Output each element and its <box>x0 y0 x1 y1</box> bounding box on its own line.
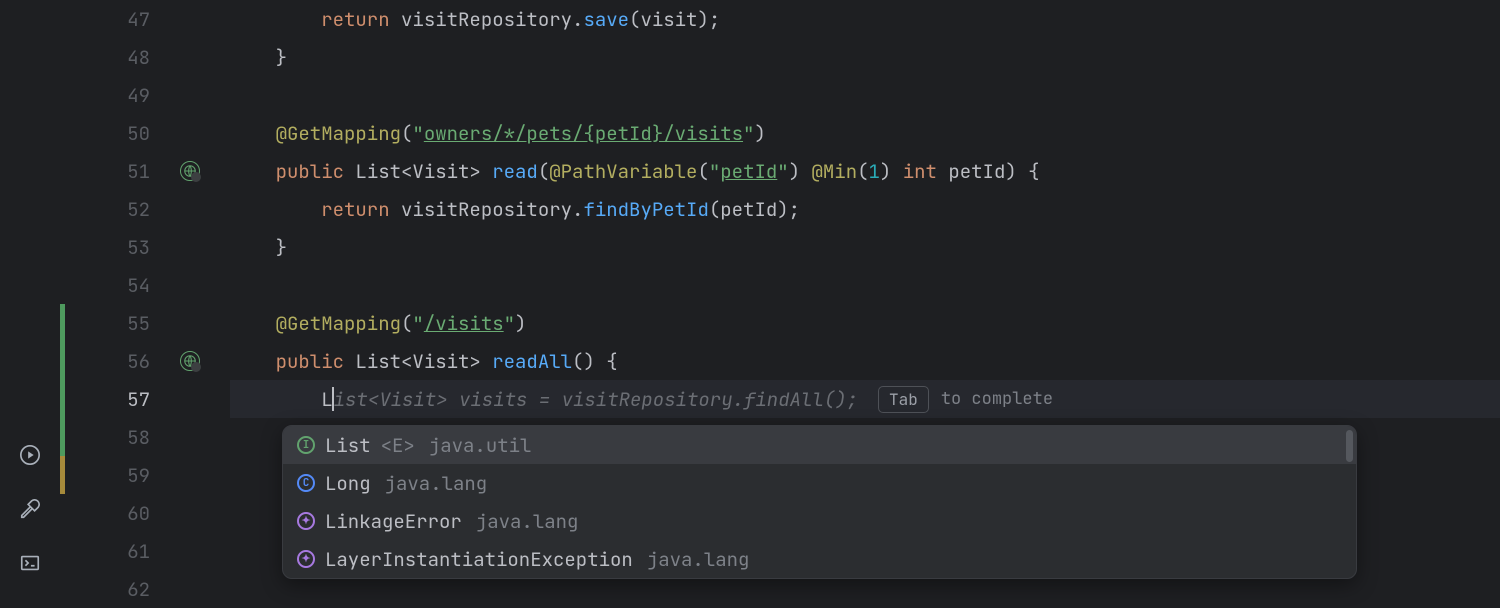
vcs-change-marker[interactable] <box>60 342 65 380</box>
autocomplete-popup[interactable]: IList<E>java.utilCLongjava.lang✦LinkageE… <box>282 425 1357 579</box>
autocomplete-item[interactable]: ✦LinkageErrorjava.lang <box>283 502 1356 540</box>
terminal-icon[interactable] <box>18 551 42 575</box>
code-line[interactable]: return visitRepository.save(visit); <box>230 0 1500 38</box>
type-icon: I <box>297 436 315 454</box>
vcs-change-marker[interactable] <box>60 304 65 342</box>
inline-completion-ghost: ist<Visit> visits = visitRepository.find… <box>334 387 858 412</box>
run-icon[interactable] <box>18 443 42 467</box>
vcs-change-marker[interactable] <box>60 456 65 494</box>
code-line[interactable]: } <box>230 228 1500 266</box>
type-icon: C <box>297 474 315 492</box>
autocomplete-item[interactable]: CLongjava.lang <box>283 464 1356 502</box>
line-number[interactable]: 62 <box>60 570 175 608</box>
activity-bar <box>0 0 60 600</box>
line-number[interactable]: 61 <box>60 532 175 570</box>
code-line[interactable] <box>230 76 1500 114</box>
type-icon: ✦ <box>297 512 315 530</box>
line-number[interactable]: 49 <box>60 76 175 114</box>
autocomplete-item[interactable]: IList<E>java.util <box>283 426 1356 464</box>
code-line[interactable]: public List<Visit> read(@PathVariable("p… <box>230 152 1500 190</box>
code-line[interactable]: } <box>230 38 1500 76</box>
line-number[interactable]: 50 <box>60 114 175 152</box>
line-number-gutter: 47484950515253545556575859606162 <box>60 0 175 600</box>
tab-key-badge: Tab <box>878 386 929 413</box>
code-line[interactable]: public List<Visit> readAll() { <box>230 342 1500 380</box>
autocomplete-item[interactable]: ✦LayerInstantiationExceptionjava.lang <box>283 540 1356 578</box>
code-line[interactable]: @GetMapping("owners/*/pets/{petId}/visit… <box>230 114 1500 152</box>
code-line[interactable] <box>230 266 1500 304</box>
line-number[interactable]: 56 <box>60 342 175 380</box>
tab-completion-hint: Tabto complete <box>878 386 1053 413</box>
line-number[interactable]: 55 <box>60 304 175 342</box>
globe-icon[interactable] <box>180 351 200 371</box>
gutter-icon-column <box>175 0 230 600</box>
code-line[interactable]: @GetMapping("/visits") <box>230 304 1500 342</box>
type-icon: ✦ <box>297 550 315 568</box>
line-number[interactable]: 59 <box>60 456 175 494</box>
line-number[interactable]: 57 <box>60 380 175 418</box>
globe-icon[interactable] <box>180 161 200 181</box>
vcs-change-marker[interactable] <box>60 418 65 456</box>
line-number[interactable]: 58 <box>60 418 175 456</box>
build-icon[interactable] <box>18 497 42 521</box>
line-number[interactable]: 54 <box>60 266 175 304</box>
line-number[interactable]: 60 <box>60 494 175 532</box>
line-number[interactable]: 51 <box>60 152 175 190</box>
code-editor[interactable]: return visitRepository.save(visit); } @G… <box>230 0 1500 600</box>
code-line[interactable]: return visitRepository.findByPetId(petId… <box>230 190 1500 228</box>
line-number[interactable]: 47 <box>60 0 175 38</box>
line-number[interactable]: 53 <box>60 228 175 266</box>
code-line[interactable]: List<Visit> visits = visitRepository.fin… <box>230 380 1500 418</box>
line-number[interactable]: 52 <box>60 190 175 228</box>
line-number[interactable]: 48 <box>60 38 175 76</box>
vcs-change-marker[interactable] <box>60 380 65 418</box>
scrollbar-thumb[interactable] <box>1346 430 1353 462</box>
